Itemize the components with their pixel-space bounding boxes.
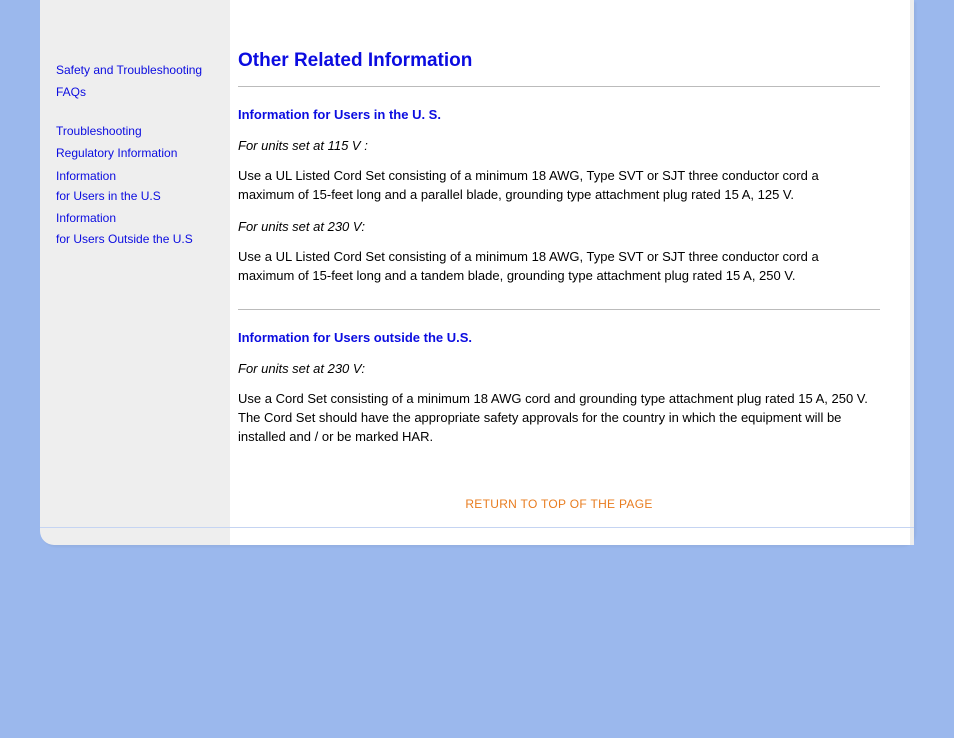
return-to-top-link[interactable]: RETURN TO TOP OF THE PAGE [238,497,880,511]
section-heading-outside: Information for Users outside the U.S. [238,330,880,345]
sidebar-nav: Safety and Troubleshooting FAQs Troubles… [40,0,230,545]
page-title: Other Related Information [238,50,880,72]
nav-link-info-outside-2[interactable]: for Users Outside the U.S [56,229,220,249]
nav-link-info-us-2[interactable]: for Users in the U.S [56,186,220,206]
nav-link-safety[interactable]: Safety and Troubleshooting [56,60,220,80]
main-content: Other Related Information Information fo… [230,0,910,545]
body-outside-230: Use a Cord Set consisting of a minimum 1… [238,390,878,447]
body-us-115: Use a UL Listed Cord Set consisting of a… [238,167,878,205]
nav-link-faqs[interactable]: FAQs [56,82,220,102]
bottom-divider [40,527,914,528]
nav-link-info-outside-1[interactable]: Information [56,208,220,228]
voltage-label-230-outside: For units set at 230 V: [238,361,880,376]
nav-link-regulatory[interactable]: Regulatory Information [56,143,220,163]
divider-top [238,86,880,87]
content-wrap: Other Related Information Information fo… [230,0,914,545]
page-root: Safety and Troubleshooting FAQs Troubles… [0,0,954,738]
right-gutter [910,0,914,545]
voltage-label-230-us: For units set at 230 V: [238,219,880,234]
divider-mid [238,309,880,310]
nav-link-troubleshooting[interactable]: Troubleshooting [56,121,220,141]
document-panel: Safety and Troubleshooting FAQs Troubles… [40,0,914,545]
section-heading-us: Information for Users in the U. S. [238,107,880,122]
body-us-230: Use a UL Listed Cord Set consisting of a… [238,248,878,286]
nav-link-info-us-1[interactable]: Information [56,166,220,186]
voltage-label-115: For units set at 115 V : [238,138,880,153]
